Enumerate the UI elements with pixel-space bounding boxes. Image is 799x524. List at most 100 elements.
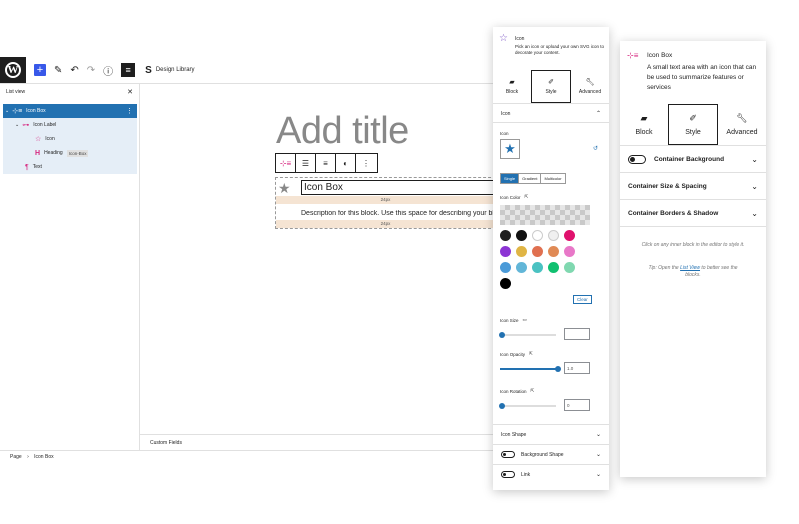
container-size-section[interactable]: Container Size & Spacing ⌄ <box>620 173 766 200</box>
color-swatch[interactable] <box>564 262 575 273</box>
design-library-button[interactable]: Design Library <box>156 67 195 73</box>
color-swatch[interactable] <box>548 262 559 273</box>
chevron-down-icon[interactable]: ⌄ <box>15 122 19 128</box>
list-item-text[interactable]: ¶ Text <box>3 160 137 174</box>
hover-state-icon[interactable]: ⇱ <box>525 194 529 200</box>
add-block-button[interactable]: + <box>34 64 46 76</box>
tab-block[interactable]: ▰ Block <box>620 104 668 145</box>
icon-opacity-slider-thumb[interactable] <box>555 366 561 372</box>
icon-size-label: Icon Size ▭ <box>500 317 527 323</box>
section-title: Container Borders & Shadow <box>628 209 719 217</box>
tab-block[interactable]: ▰ Block <box>493 70 531 103</box>
icon-rotation-slider-thumb[interactable] <box>499 403 505 409</box>
color-swatch[interactable] <box>516 230 527 241</box>
undo-icon[interactable]: ↶ <box>70 63 78 77</box>
list-view-link[interactable]: List View <box>680 265 700 271</box>
icon-picker-button[interactable]: ★ <box>500 139 520 159</box>
star-icon[interactable]: ★ <box>278 180 291 197</box>
color-type-single[interactable]: Single <box>501 174 520 183</box>
color-swatch[interactable] <box>500 246 511 257</box>
info-icon[interactable]: ⓘ <box>103 63 113 78</box>
close-icon[interactable]: ✕ <box>127 88 133 96</box>
icon-size-slider[interactable] <box>500 334 556 336</box>
container-borders-section[interactable]: Container Borders & Shadow ⌄ <box>620 200 766 227</box>
style-icon[interactable]: ◐ <box>336 154 356 172</box>
background-shape-toggle[interactable] <box>501 451 515 458</box>
color-swatch[interactable] <box>500 262 511 273</box>
chevron-down-icon[interactable]: ⌄ <box>5 108 9 114</box>
tab-style[interactable]: ✐ Style <box>531 70 571 103</box>
color-swatch[interactable] <box>500 278 511 289</box>
icon-box-block[interactable]: ★ Icon Box 24px Description for this blo… <box>275 177 496 229</box>
icon-size-input[interactable] <box>564 328 590 340</box>
list-view-panel: List view ✕ ⌄ ⊹≡ Icon Box ⋮ ⌄ ⊶ Icon Lab… <box>0 84 140 450</box>
redo-icon[interactable]: ↷ <box>87 63 95 77</box>
list-item-icon-box[interactable]: ⌄ ⊹≡ Icon Box ⋮ <box>3 104 137 118</box>
container-background-section[interactable]: Container Background ⌄ <box>620 146 766 173</box>
icon-color-label: Icon Color ⇱ <box>500 194 528 200</box>
breadcrumb-page[interactable]: Page <box>10 454 22 460</box>
container-background-toggle[interactable] <box>628 154 646 164</box>
color-swatch[interactable] <box>516 246 527 257</box>
color-swatch[interactable] <box>500 230 511 241</box>
icon-shape-section[interactable]: Icon Shape ⌄ <box>493 424 609 444</box>
color-swatch[interactable] <box>532 262 543 273</box>
icon-size-slider-thumb[interactable] <box>499 332 505 338</box>
hover-state-icon[interactable]: ⇱ <box>531 388 535 394</box>
icon-box-description[interactable]: Description for this block. Use this spa… <box>301 210 495 217</box>
breadcrumb-current[interactable]: Icon Box <box>34 454 53 460</box>
block-description: A small text area with an icon that can … <box>647 64 757 91</box>
color-swatch[interactable] <box>516 262 527 273</box>
clear-button[interactable]: Clear <box>573 295 592 304</box>
chevron-down-icon: ⌄ <box>751 181 758 191</box>
chevron-down-icon: ⌄ <box>751 154 758 164</box>
text-align-icon[interactable]: ≡ <box>316 154 336 172</box>
reset-icon[interactable]: ↺ <box>593 145 598 152</box>
color-preview[interactable] <box>500 205 590 225</box>
block-title: Icon <box>515 36 525 42</box>
list-item-heading[interactable]: H Heading Icon-Box <box>3 146 137 160</box>
color-type-multicolor[interactable]: Multicolor <box>541 174 564 183</box>
background-shape-section[interactable]: Background Shape ⌄ <box>493 444 609 464</box>
list-item-icon-label[interactable]: ⌄ ⊶ Icon Label <box>3 118 137 132</box>
wordpress-logo[interactable]: W <box>0 57 26 83</box>
list-item-label: Heading <box>44 150 63 156</box>
more-options-icon[interactable]: ⋮ <box>356 154 376 172</box>
align-icon[interactable]: ☰ <box>296 154 316 172</box>
color-swatch[interactable] <box>564 230 575 241</box>
breadcrumb: Page › Icon Box <box>0 450 496 464</box>
stackable-logo-icon: S <box>145 64 152 76</box>
icon-opacity-label: Icon Opacity ⇱ <box>500 351 533 357</box>
desktop-icon[interactable]: ▭ <box>523 317 527 323</box>
tab-advanced[interactable]: 🔧︎ Advanced <box>571 70 609 103</box>
icon-box-icon[interactable]: ⊹≡ <box>276 154 296 172</box>
color-swatch[interactable] <box>548 246 559 257</box>
color-swatch[interactable] <box>532 246 543 257</box>
post-title-placeholder[interactable]: Add title <box>276 110 409 153</box>
list-view-button[interactable]: ≡ <box>121 63 136 77</box>
wrench-icon: 🔧︎ <box>736 113 748 123</box>
link-toggle[interactable] <box>501 471 515 478</box>
icon-settings-panel: ☆ Icon Pick an icon or upload your own S… <box>493 27 609 490</box>
tab-style[interactable]: ✐ Style <box>668 104 718 145</box>
icon-rotation-input[interactable]: 0 <box>564 399 590 411</box>
icon-box-heading[interactable]: Icon Box <box>301 180 495 195</box>
color-type-gradient[interactable]: Gradient <box>519 174 542 183</box>
block-toolbar: ⊹≡ ☰ ≡ ◐ ⋮ <box>275 153 378 173</box>
tab-label: Advanced <box>578 89 602 95</box>
tab-advanced[interactable]: 🔧︎ Advanced <box>718 104 766 145</box>
pencil-icon[interactable]: ✎ <box>54 63 62 77</box>
list-item-icon[interactable]: ☆ Icon <box>3 132 137 146</box>
chevron-down-icon: ⌄ <box>751 208 758 218</box>
color-swatch[interactable] <box>548 230 559 241</box>
more-options-icon[interactable]: ⋮ <box>126 107 133 115</box>
icon-opacity-slider[interactable] <box>500 368 558 370</box>
hover-state-icon[interactable]: ⇱ <box>529 351 533 357</box>
icon-section-header[interactable]: Icon ⌃ <box>493 105 609 123</box>
color-swatch[interactable] <box>564 246 575 257</box>
icon-opacity-input[interactable]: 1.0 <box>564 362 590 374</box>
color-swatch[interactable] <box>532 230 543 241</box>
icon-rotation-slider[interactable] <box>500 405 556 407</box>
link-section[interactable]: Link ⌄ <box>493 464 609 484</box>
custom-fields-label[interactable]: Custom Fields <box>140 434 496 450</box>
